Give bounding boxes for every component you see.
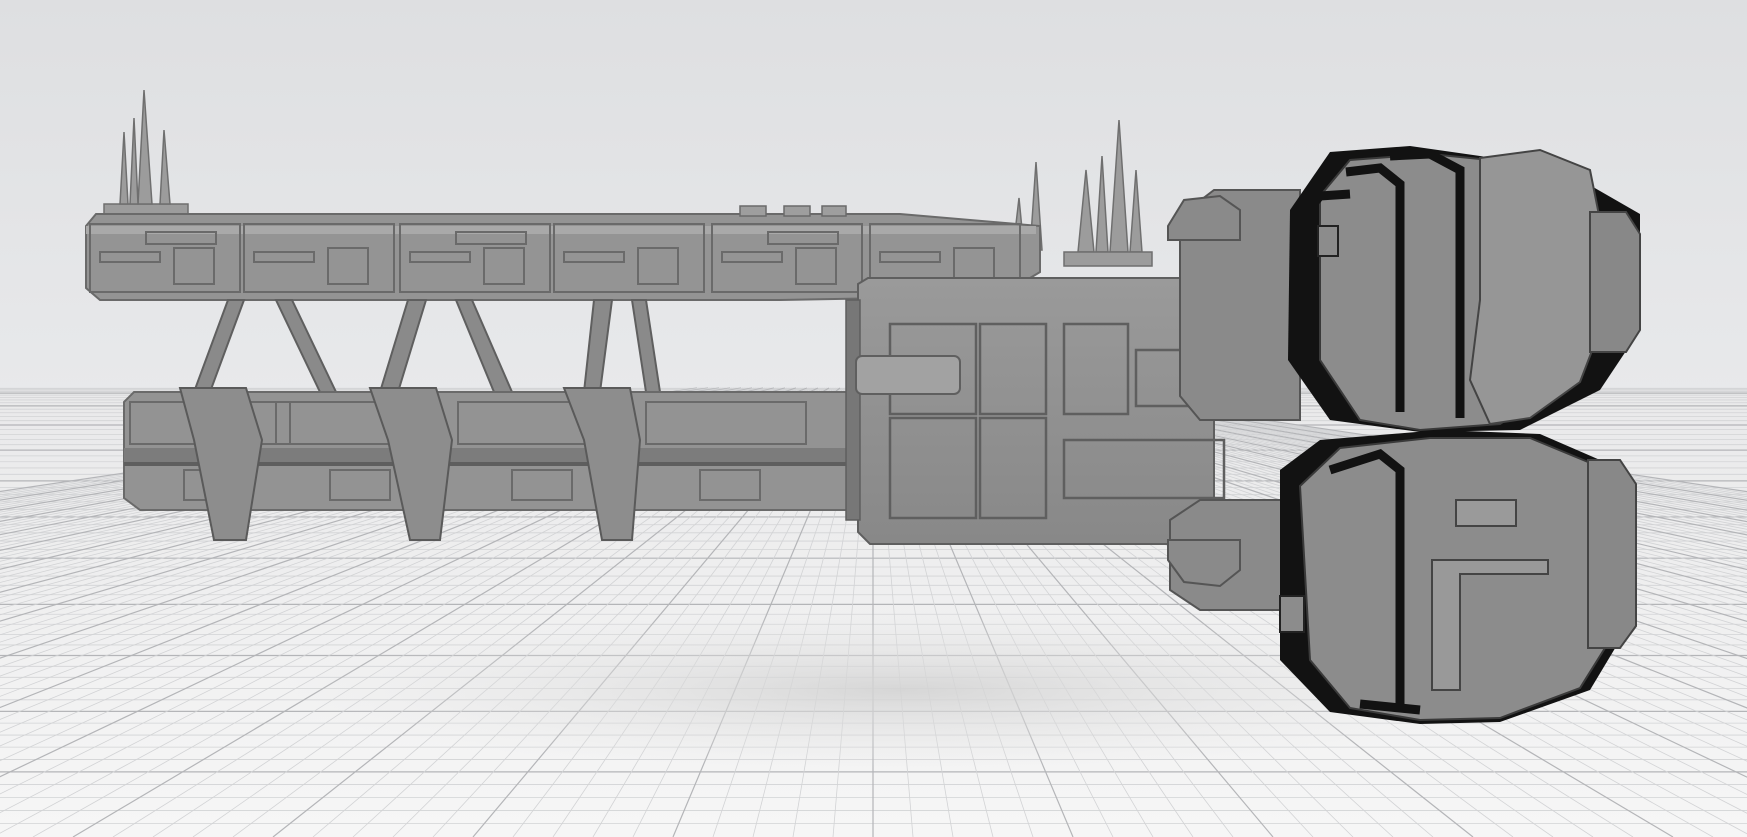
3d-viewport[interactable] (0, 0, 1747, 837)
central-hull (845, 277, 1232, 545)
viewport-scene[interactable] (0, 0, 1747, 837)
